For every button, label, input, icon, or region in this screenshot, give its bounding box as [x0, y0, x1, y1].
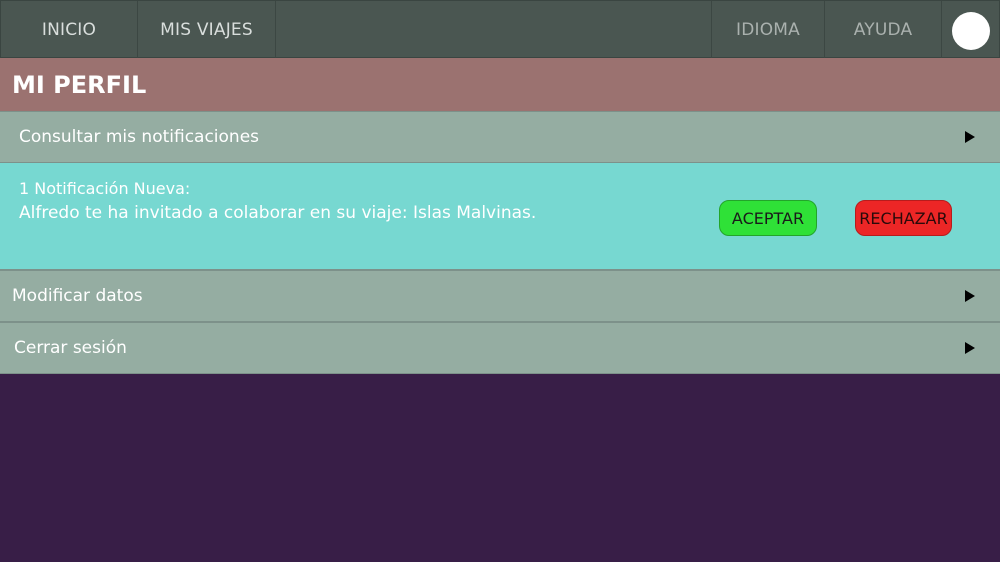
row-label: Consultar mis notificaciones: [19, 127, 260, 147]
nav-inicio[interactable]: INICIO: [1, 1, 138, 58]
nav-mis-viajes[interactable]: MIS VIAJES: [138, 1, 276, 58]
page-title-text: MI PERFIL: [12, 70, 147, 99]
accept-button[interactable]: ACEPTAR: [719, 200, 817, 236]
nav-idioma[interactable]: IDIOMA: [711, 1, 825, 58]
notification-panel: 1 Notificación Nueva: Alfredo te ha invi…: [0, 163, 1000, 270]
row-cerrar-sesion[interactable]: Cerrar sesión: [0, 322, 1000, 374]
avatar[interactable]: [952, 12, 990, 50]
row-modificar-datos[interactable]: Modificar datos: [0, 270, 1000, 322]
notification-title: 1 Notificación Nueva:: [19, 179, 191, 198]
chevron-right-icon: [965, 131, 975, 143]
reject-button[interactable]: RECHAZAR: [855, 200, 952, 236]
chevron-right-icon: [965, 290, 975, 302]
nav-ayuda[interactable]: AYUDA: [824, 1, 942, 58]
chevron-right-icon: [965, 342, 975, 354]
top-nav-bar: INICIO MIS VIAJES IDIOMA AYUDA: [0, 0, 1000, 58]
notification-message: Alfredo te ha invitado a colaborar en su…: [19, 203, 537, 223]
row-label: Cerrar sesión: [14, 338, 127, 358]
page-title: MI PERFIL: [0, 58, 1000, 111]
row-consultar-notificaciones[interactable]: Consultar mis notificaciones: [0, 111, 1000, 163]
row-label: Modificar datos: [12, 286, 143, 306]
